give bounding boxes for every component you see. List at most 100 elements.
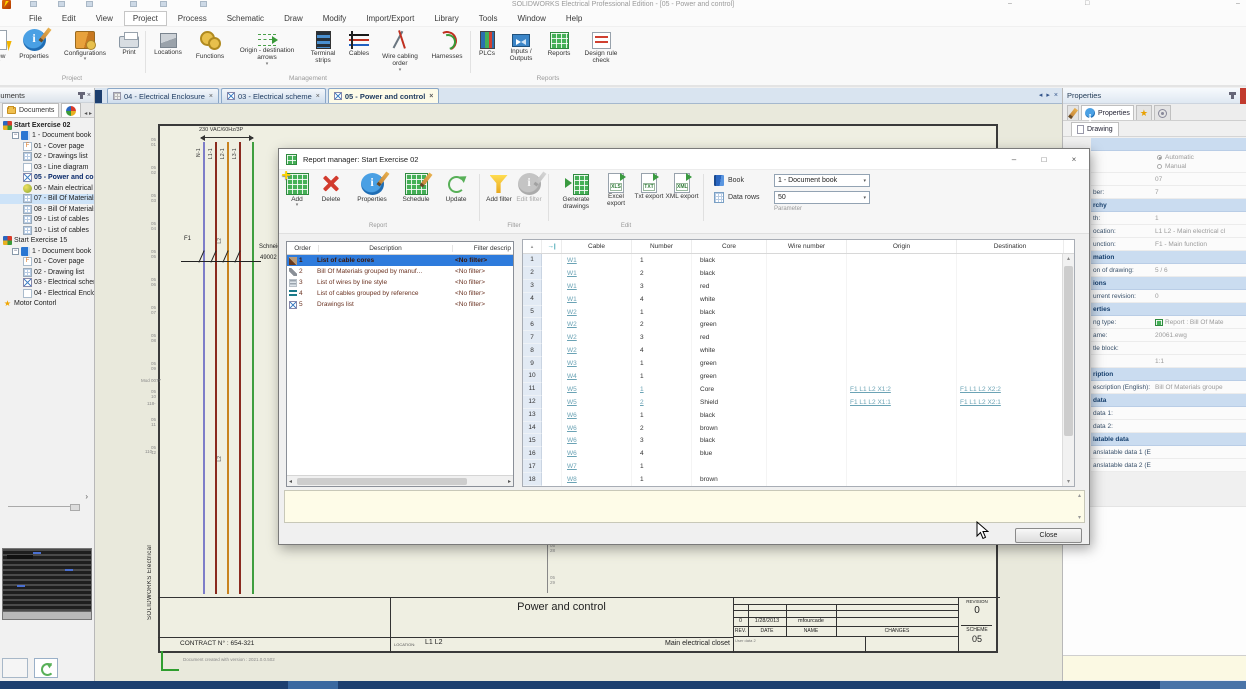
dialog-close-icon[interactable]: × (1059, 149, 1089, 169)
column-number[interactable]: Number (632, 240, 692, 253)
ribbon-button-functions[interactable]: Functions (189, 27, 231, 75)
tree-item-motor-contorl[interactable]: ★Motor Contorl (0, 299, 94, 310)
column-description[interactable]: Description (319, 245, 453, 252)
report-row-drawings-list[interactable]: 5Drawings list<No filter> (287, 299, 513, 310)
book-select[interactable]: 1 - Document book ▾ (774, 174, 870, 187)
panel-close-strip[interactable] (1240, 88, 1246, 104)
ribbon-button-locations[interactable]: Locations (147, 27, 189, 75)
toolbar-button-xml-export[interactable]: XMLXML export (665, 173, 699, 223)
menu-item-project[interactable]: Project (124, 11, 167, 26)
ribbon-button-plcs[interactable]: PLCs (472, 27, 502, 75)
preview-tool-button[interactable] (2, 658, 28, 678)
destination-link[interactable]: F1 L1 L2 X2:1 (957, 396, 1064, 409)
table-row[interactable]: 12W52ShieldF1 L1 L2 X1:1F1 L1 L2 X2:1 (523, 396, 1074, 409)
cable-link[interactable]: W6 (562, 434, 632, 447)
toolbar-button-update[interactable]: Update (437, 173, 475, 223)
radio-icon[interactable] (1157, 155, 1162, 160)
ribbon-button-harnesses[interactable]: Harnesses (425, 27, 469, 75)
maximize-icon[interactable]: □ (1085, 0, 1089, 7)
doc-tab-03-electrical-scheme[interactable]: 03 - Electrical scheme× (221, 88, 326, 103)
column-filter[interactable]: Filter descrip (453, 245, 513, 252)
column-wire-number[interactable]: Wire number (767, 240, 847, 253)
tabs-left-icon[interactable]: ◂ (84, 111, 87, 117)
scroll-down-icon[interactable]: ▾ (1078, 514, 1081, 521)
tree-item-01-cover-page[interactable]: 01 - Cover page (0, 257, 94, 268)
expander-icon[interactable]: › (85, 492, 88, 501)
tree-item-08-bill-of-materials[interactable]: 08 - Bill Of Materials (0, 204, 94, 215)
cable-link[interactable]: W3 (562, 357, 632, 370)
menu-item-view[interactable]: View (87, 11, 122, 26)
menu-item-import-export[interactable]: Import/Export (357, 11, 423, 26)
dialog-maximize-icon[interactable]: □ (1029, 149, 1059, 169)
ribbon-button-new[interactable]: New▾ (0, 27, 12, 75)
report-row-bill-of-materials-grouped-by-manuf[interactable]: 2Bill Of Materials grouped by manuf...<N… (287, 266, 513, 277)
column-order[interactable]: Order (287, 245, 319, 252)
pin-icon[interactable] (1231, 92, 1234, 99)
scroll-up-icon[interactable]: ▴ (1078, 492, 1081, 499)
table-row[interactable]: 18W81brown (523, 473, 1074, 486)
toolbar-button-excel-export[interactable]: XLSExcel export (599, 173, 633, 223)
cable-link[interactable]: W8 (562, 473, 632, 486)
table-row[interactable]: 7W23red (523, 331, 1074, 344)
menu-item-edit[interactable]: Edit (53, 11, 85, 26)
tree-item-1-document-book[interactable]: −1 - Document book (0, 246, 94, 257)
tree-item-09-list-of-cables[interactable]: 09 - List of cables (0, 215, 94, 226)
table-row[interactable]: 14W62brown (523, 422, 1074, 435)
table-row[interactable]: 10W41green (523, 370, 1074, 383)
report-preview-thumbnail[interactable] (2, 548, 92, 620)
tree-item-10-list-of-cables[interactable]: 10 - List of cables (0, 225, 94, 236)
close-icon[interactable]: × (316, 93, 320, 100)
tree-item-02-drawing-list[interactable]: 02 - Drawing list (0, 267, 94, 278)
dialog-title-bar[interactable]: Report manager: Start Exercise 02 – □ × (279, 149, 1089, 170)
core-number-link[interactable]: 1 (632, 383, 692, 396)
cable-link[interactable]: W2 (562, 344, 632, 357)
ribbon-button-print[interactable]: Print (114, 27, 144, 75)
cable-link[interactable]: W7 (562, 460, 632, 473)
toolbar-button-add-filter[interactable]: Add filter (484, 173, 514, 223)
scrollbar-thumb[interactable] (297, 478, 467, 485)
menu-item-process[interactable]: Process (169, 11, 216, 26)
core-number-link[interactable]: 2 (632, 396, 692, 409)
cable-link[interactable]: W5 (562, 383, 632, 396)
table-row[interactable]: 4W14white (523, 293, 1074, 306)
pin-icon[interactable] (80, 92, 83, 99)
tabs-right-icon[interactable]: ▸ (89, 111, 92, 117)
ribbon-button-origin-destination-arrows[interactable]: Origin - destination arrows▾ (231, 27, 303, 75)
tab-favorites[interactable]: ★ (1136, 105, 1152, 120)
close-icon[interactable]: × (429, 93, 433, 100)
toolbar-button-txt-export[interactable]: TXTTxt export (633, 173, 665, 223)
tree-item-03-electrical-scheme[interactable]: 03 - Electrical scheme (0, 278, 94, 289)
vertical-scrollbar[interactable]: ▴ ▾ (1062, 254, 1074, 486)
ribbon-button-reports[interactable]: Reports (540, 27, 578, 75)
toolbar-button-properties[interactable]: Properties (349, 173, 395, 223)
table-row[interactable]: 9W31green (523, 357, 1074, 370)
cable-link[interactable]: W6 (562, 422, 632, 435)
menu-item-file[interactable]: File (20, 11, 51, 26)
cable-link[interactable]: W4 (562, 370, 632, 383)
radio-icon[interactable] (1157, 164, 1162, 169)
minimize-icon[interactable]: – (1008, 0, 1012, 7)
cable-link[interactable]: W2 (562, 318, 632, 331)
cable-link[interactable]: W2 (562, 331, 632, 344)
tab-target[interactable] (1154, 105, 1171, 120)
cable-link[interactable]: W6 (562, 409, 632, 422)
tab-scroll-left-icon[interactable]: ◂ (1039, 91, 1043, 99)
cable-link[interactable]: W5 (562, 396, 632, 409)
table-row[interactable]: 1W11black (523, 254, 1074, 267)
report-row-list-of-wires-by-line-style[interactable]: 3List of wires by line style<No filter> (287, 277, 513, 288)
close-icon[interactable]: × (209, 93, 213, 100)
tree-item-05-power-and-control[interactable]: 05 - Power and control (0, 173, 94, 184)
scroll-right-icon[interactable]: ▸ (508, 478, 511, 485)
collapse-icon[interactable]: − (12, 132, 19, 139)
origin-link[interactable]: F1 L1 L2 X1:2 (847, 383, 957, 396)
table-row[interactable]: 2W12black (523, 267, 1074, 280)
tab-components[interactable] (61, 103, 81, 117)
tree-item-04-electrical-enclosure[interactable]: 04 - Electrical Enclosure (0, 288, 94, 299)
table-row[interactable]: 13W61black (523, 409, 1074, 422)
refresh-preview-button[interactable] (34, 658, 58, 678)
table-row[interactable]: 11W51CoreF1 L1 L2 X1:2F1 L1 L2 X2:2 (523, 383, 1074, 396)
tree-item-06-main-electrical-closet[interactable]: 06 - Main electrical closet (0, 183, 94, 194)
cable-link[interactable]: W1 (562, 254, 632, 267)
splitter-handle[interactable] (8, 506, 70, 507)
doc-tab-04-electrical-enclosure[interactable]: 04 - Electrical Enclosure× (107, 88, 219, 103)
